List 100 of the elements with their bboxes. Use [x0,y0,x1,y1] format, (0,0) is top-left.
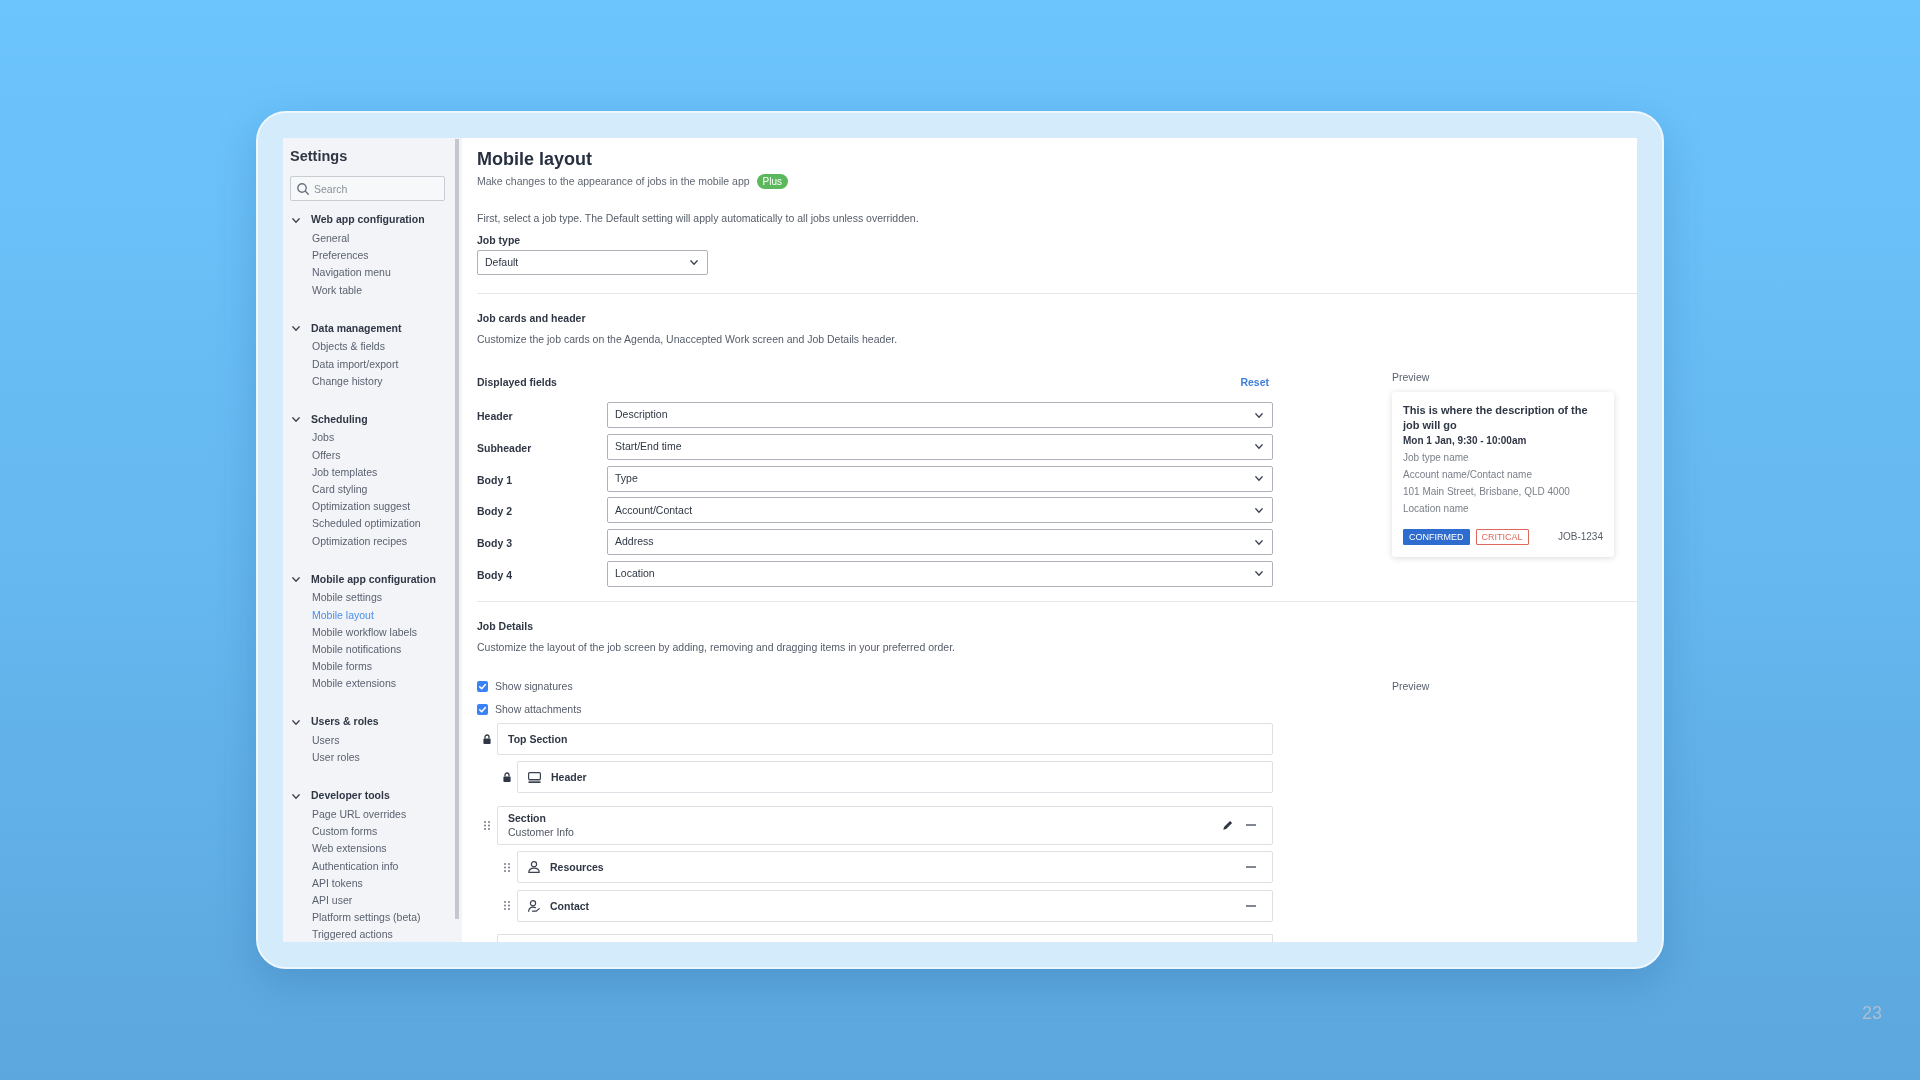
section-description: Customize the job cards on the Agenda, Unaccepted Work screen and Job Details header. [477,332,898,346]
monitor-icon [528,772,541,783]
dropdown-field[interactable]: Type [607,465,1273,492]
sidebar-item[interactable]: API user [312,892,353,910]
checkbox[interactable] [477,704,488,715]
sidebar-item[interactable]: Custom forms [312,823,378,841]
sidebar-item[interactable]: API tokens [312,874,363,892]
checkbox-label: Show signatures [495,679,573,694]
dropdown-field[interactable]: Address [607,529,1273,556]
person-icon [528,900,540,912]
search-field[interactable]: Search [290,176,445,201]
sidebar-item[interactable]: Navigation menu [312,264,391,282]
sidebar-item[interactable]: Mobile layout [312,606,374,624]
sidebar-group-toggle[interactable]: Developer tools [290,786,390,806]
sidebar-title: Settings [290,147,348,165]
pencil-icon[interactable] [1223,820,1233,831]
card-line: Location name [1403,502,1469,516]
intro-text: First, select a job type. The Default setting will apply automatically to all jobs unless overridden. [477,211,919,225]
sidebar-item[interactable]: Authentication info [312,857,399,875]
field-label: Subheader [477,441,532,454]
status-tag: CRITICAL [1475,528,1529,545]
sidebar-item[interactable]: Jobs [312,429,335,447]
chevron-down-icon [1255,444,1263,450]
dropdown-field[interactable]: Start/End time [607,433,1273,460]
section-description: Customize the layout of the job screen by adding, removing and dragging items in your preferred order. [477,640,956,655]
sidebar-group-toggle[interactable]: Mobile app configuration [290,569,436,590]
dropdown-field[interactable]: Description [607,402,1273,428]
preview-label: Preview [1392,679,1430,694]
dropdown-field[interactable]: Default [477,250,708,275]
page-subtitle: Make changes to the appearance of jobs in the mobile app [477,174,750,189]
sidebar-item[interactable]: General [312,230,350,248]
sidebar-group-toggle[interactable]: Web app configuration [290,210,425,230]
sidebar-group-toggle[interactable]: Users & roles [290,712,379,733]
chevron-down-icon [690,260,698,265]
field-label: Job type [477,233,521,247]
item-title: Header [551,770,587,785]
page-number: 23 [1862,1002,1883,1024]
sidebar-item[interactable]: Offers [312,446,341,464]
scrollbar[interactable] [454,139,459,919]
sidebar-item[interactable]: Job templates [312,463,378,482]
card-line: 101 Main Street, Brisbane, QLD 4000 [1403,485,1570,499]
card-title: This is where the description of the job will go [1403,403,1589,432]
card-time: Mon 1 Jan, 9:30 - 10:00am [1403,434,1527,448]
sidebar-item[interactable]: Optimization suggest [312,498,411,516]
sidebar-item[interactable]: Scheduled optimization [312,515,421,533]
job-id: JOB-1234 [1557,529,1603,544]
sidebar-item[interactable]: Objects & fields [312,338,385,356]
drag-handle-icon[interactable] [504,901,510,911]
card-line: Job type name [1403,451,1469,465]
sidebar-item[interactable]: Optimization recipes [312,532,408,550]
chevron-down-icon [1255,507,1263,513]
sidebar-item[interactable]: Mobile settings [312,589,383,607]
sidebar-item[interactable]: Mobile workflow labels [312,623,418,641]
sidebar-item[interactable]: User roles [312,749,360,767]
field-label: Body 2 [477,505,512,518]
chevron-down-icon [1255,476,1263,482]
minus-icon[interactable] [1246,866,1256,869]
reset-link[interactable]: Reset [1240,375,1269,389]
sidebar-item[interactable]: Mobile extensions [312,675,397,693]
fields-heading: Displayed fields [477,375,557,389]
preview-label: Preview [1392,370,1430,384]
sidebar-item[interactable]: Triggered actions [312,926,393,942]
sidebar-item[interactable]: Platform settings (beta) [312,909,421,927]
item-title: Section [508,811,546,826]
field-label: Body 1 [477,473,512,486]
minus-icon[interactable] [1246,824,1256,827]
chevron-down-icon [1255,539,1263,545]
sidebar-group-toggle[interactable]: Data management [290,318,402,339]
search-icon [297,182,309,195]
card-line: Account name/Contact name [1403,468,1532,482]
sidebar-item[interactable]: Data import/export [312,355,399,373]
status-tag: CONFIRMED [1403,528,1470,545]
drag-handle-icon[interactable] [504,863,510,872]
drag-handle-icon[interactable] [484,821,490,830]
item-subtitle: Customer Info [508,825,574,840]
sidebar-item[interactable]: Card styling [312,481,368,499]
chevron-down-icon [1255,571,1263,577]
sidebar-group-toggle[interactable]: Scheduling [290,409,368,430]
sidebar-item[interactable]: Change history [312,372,383,390]
section-title: Job Details [477,619,534,634]
checkbox[interactable] [477,681,488,692]
field-label: Header [477,410,513,422]
sidebar-item[interactable]: Mobile forms [312,658,373,676]
item-title: Contact [550,899,590,913]
dropdown-field[interactable]: Location [607,561,1273,587]
sidebar-item[interactable]: Work table [312,281,362,299]
sidebar-item[interactable]: Mobile notifications [312,640,402,659]
sidebar-item[interactable]: Users [312,732,340,750]
sidebar-item[interactable]: Page URL overrides [312,805,407,824]
chevron-down-icon [1255,412,1263,418]
person-icon [528,861,540,874]
item-title: Top Section [508,732,568,746]
item-title: Resources [550,860,604,875]
field-label: Body 4 [477,569,512,581]
plan-badge: Plus [756,174,789,189]
field-label: Body 3 [477,537,512,550]
sidebar-item[interactable]: Web extensions [312,840,387,858]
section-title: Job cards and header [477,311,586,325]
dropdown-field[interactable]: Account/Contact [607,497,1273,524]
sidebar-item[interactable]: Preferences [312,247,369,265]
